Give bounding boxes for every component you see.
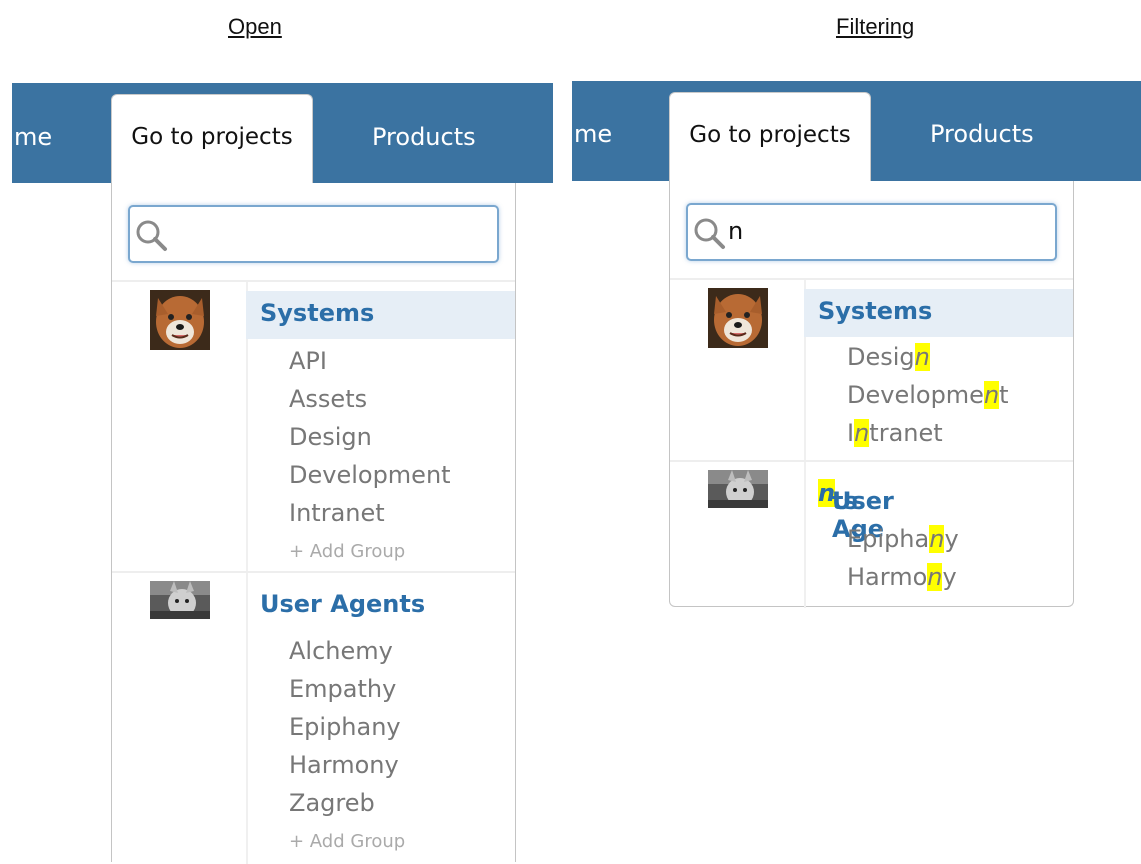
project-item[interactable]: API [289,347,327,375]
project-item-development[interactable]: Development [847,381,1009,409]
group-title-user-agents[interactable]: User Agents [804,471,1073,543]
project-item-harmony[interactable]: Harmony [847,563,957,591]
avatar-column [670,462,806,608]
project-item[interactable]: Harmony [289,751,399,779]
match-prefix: Desig [847,343,915,371]
match-highlight: n [983,381,1000,409]
match-prefix: Developme [847,381,984,409]
match-suffix: t [999,381,1009,409]
magnifier-icon [694,218,725,249]
dog-avatar [150,290,210,350]
project-item[interactable]: Intranet [289,499,385,527]
avatar-column [670,280,806,461]
project-item[interactable]: Development [289,461,451,489]
group-title-systems[interactable]: Systems [804,289,1073,337]
project-item-intranet[interactable]: Intranet [847,419,943,447]
match-suffix: tranet [869,419,943,447]
heading-open: Open [228,14,282,39]
projects-dropdown: Systems Design Development Intranet [669,181,1074,608]
project-item-design[interactable]: Design [847,343,930,371]
project-item[interactable]: Zagreb [289,789,375,817]
project-item[interactable]: Epiphany [289,713,401,741]
tab-label: Go to projects [689,122,851,148]
match-suffix: y [942,563,957,591]
group-title-text: User Agents [818,479,894,543]
group-title-text: Systems [260,299,375,327]
cat-avatar [708,470,768,508]
avatar-column [112,282,248,572]
projects-dropdown: Systems API Assets Design Development In… [111,183,516,864]
project-item[interactable]: Design [289,423,372,451]
heading-filtering: Filtering [836,14,915,39]
search-field[interactable] [686,203,1057,261]
project-group-systems: Systems Design Development Intranet [670,278,1073,461]
group-title-text: Systems [818,297,933,325]
add-group-link[interactable]: + Add Group [289,541,405,562]
nav-item-home[interactable]: me [14,123,52,151]
add-group-link[interactable]: + Add Group [289,831,405,852]
dog-avatar [708,288,768,348]
project-group-user-agents: User Agents Alchemy Empathy Epiphany Har… [112,571,515,864]
group-title-text: User Agents [260,590,426,618]
search-field[interactable] [128,205,499,263]
project-group-user-agents: User Age n ts Epiphany Harmony [670,460,1073,608]
search-input[interactable] [728,213,978,249]
match-suffix: ts [832,487,858,515]
project-item[interactable]: Alchemy [289,637,393,665]
match-prefix: Epipha [847,525,930,553]
magnifier-icon [136,220,167,251]
match-highlight: n [929,525,945,553]
project-group-systems: Systems API Assets Design Development In… [112,280,515,572]
nav-item-products[interactable]: Products [930,120,1034,148]
nav-item-products[interactable]: Products [372,123,476,151]
nav-item-home[interactable]: me [574,120,612,148]
tab-go-to-projects[interactable]: Go to projects [111,94,313,195]
match-highlight: n [854,419,870,447]
tab-go-to-projects[interactable]: Go to projects [669,92,871,193]
avatar-column [112,573,248,864]
project-item[interactable]: Empathy [289,675,396,703]
group-title-systems[interactable]: Systems [246,291,515,339]
match-highlight: n [914,343,930,371]
tab-label: Go to projects [131,124,293,150]
search-input[interactable] [170,215,420,251]
cat-avatar [150,581,210,619]
group-title-user-agents[interactable]: User Agents [246,582,515,630]
project-item[interactable]: Assets [289,385,367,413]
project-item-epiphany[interactable]: Epiphany [847,525,959,553]
match-highlight: n [927,563,943,591]
match-prefix: Harmo [847,563,928,591]
match-suffix: y [944,525,959,553]
